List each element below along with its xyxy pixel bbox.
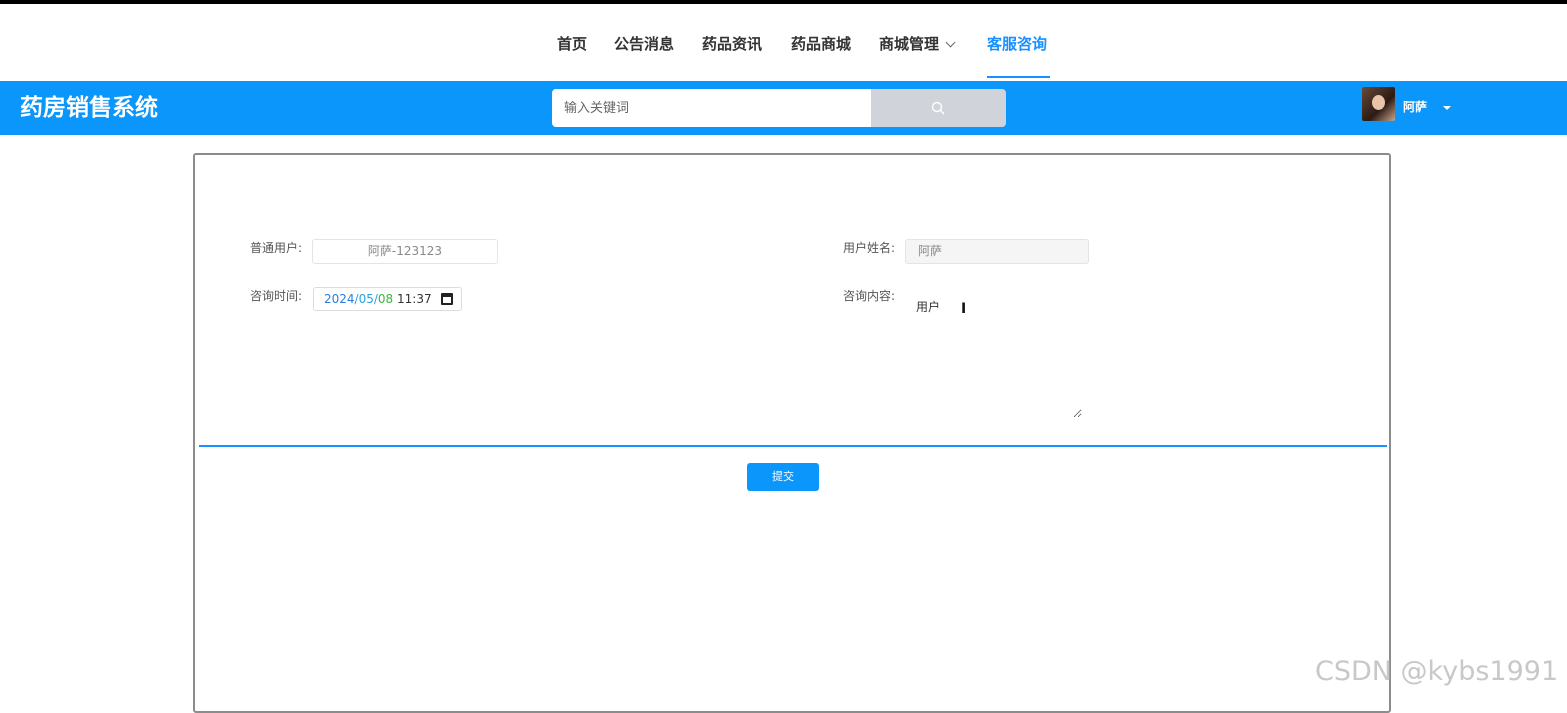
nav-item-drug-news[interactable]: 药品资讯	[702, 34, 762, 54]
nav-item-customer-service[interactable]: 客服咨询	[987, 34, 1047, 54]
form-divider	[199, 445, 1387, 447]
consult-time-input[interactable]: 2024/05/08 11:37	[313, 287, 462, 311]
nav-item-home[interactable]: 首页	[557, 34, 587, 54]
user-field: 阿萨-123123	[312, 239, 498, 264]
avatar[interactable]	[1362, 87, 1395, 121]
time-day: 08	[377, 292, 394, 306]
time-month: 05	[358, 292, 374, 306]
header-bar: 药房销售系统 阿萨	[0, 81, 1567, 135]
active-nav-indicator	[987, 76, 1050, 78]
chevron-down-icon	[945, 37, 956, 48]
caret-down-icon[interactable]	[1443, 106, 1451, 110]
nav-item-mall-management[interactable]: 商城管理	[879, 34, 956, 54]
search-icon	[931, 101, 945, 115]
content-label: 咨询内容:	[843, 289, 896, 303]
time-label: 咨询时间:	[250, 289, 303, 303]
text-cursor-icon: I	[961, 301, 967, 317]
calendar-icon[interactable]	[441, 293, 453, 305]
user-label: 普通用户:	[250, 241, 303, 255]
time-clock: 11:37	[397, 292, 432, 306]
submit-button[interactable]: 提交	[747, 463, 819, 491]
time-year: 2024	[324, 292, 355, 306]
search-button[interactable]	[871, 89, 1006, 127]
nav-item-announcements[interactable]: 公告消息	[614, 34, 674, 54]
name-field: 阿萨	[905, 239, 1089, 264]
consult-content-textarea[interactable]: 用户	[906, 288, 1082, 418]
consult-form-card: 普通用户: 阿萨-123123 用户姓名: 阿萨 咨询时间: 2024/05/0…	[193, 153, 1391, 713]
name-label: 用户姓名:	[843, 241, 896, 255]
nav-item-drug-mall[interactable]: 药品商城	[791, 34, 851, 54]
search-input[interactable]	[552, 89, 871, 127]
user-name[interactable]: 阿萨	[1403, 98, 1427, 115]
watermark: CSDN @kybs1991	[1315, 656, 1559, 687]
site-logo-title[interactable]: 药房销售系统	[20, 94, 158, 122]
nav-item-mall-management-label: 商城管理	[879, 35, 940, 53]
top-nav: 首页 公告消息 药品资讯 药品商城 商城管理 客服咨询	[0, 4, 1567, 81]
